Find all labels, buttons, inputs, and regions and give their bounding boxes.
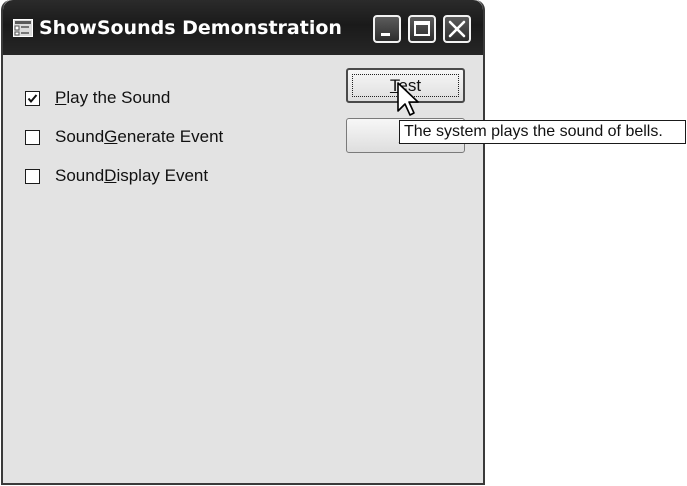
title-bar[interactable]: ShowSounds Demonstration bbox=[3, 0, 483, 55]
app-icon bbox=[13, 19, 33, 37]
checkmark-icon bbox=[27, 93, 38, 103]
minimize-button[interactable] bbox=[373, 15, 401, 43]
mouse-pointer-icon bbox=[397, 82, 419, 116]
checkbox-box[interactable] bbox=[25, 90, 40, 106]
maximize-button[interactable] bbox=[408, 15, 436, 43]
checkbox-sound-display-event[interactable]: SoundDisplay Event bbox=[25, 166, 208, 186]
close-icon bbox=[448, 20, 466, 38]
checkbox-label: Play the Sound bbox=[55, 88, 171, 107]
checkbox-sound-generate-event[interactable]: SoundGenerate Event bbox=[25, 127, 223, 147]
checkbox-box[interactable] bbox=[25, 168, 40, 184]
tooltip: The system plays the sound of bells. bbox=[399, 120, 686, 144]
app-window: ShowSounds Demonstration Play the Sound … bbox=[1, 0, 485, 485]
maximize-icon bbox=[414, 21, 430, 36]
close-button[interactable] bbox=[443, 15, 471, 43]
checkbox-play-the-sound[interactable]: Play the Sound bbox=[25, 88, 170, 108]
checkbox-label: SoundGenerate Event bbox=[55, 127, 224, 146]
minimize-icon bbox=[381, 33, 390, 36]
checkbox-box[interactable] bbox=[25, 129, 40, 145]
checkbox-label: SoundDisplay Event bbox=[55, 166, 209, 185]
window-title: ShowSounds Demonstration bbox=[39, 17, 342, 39]
